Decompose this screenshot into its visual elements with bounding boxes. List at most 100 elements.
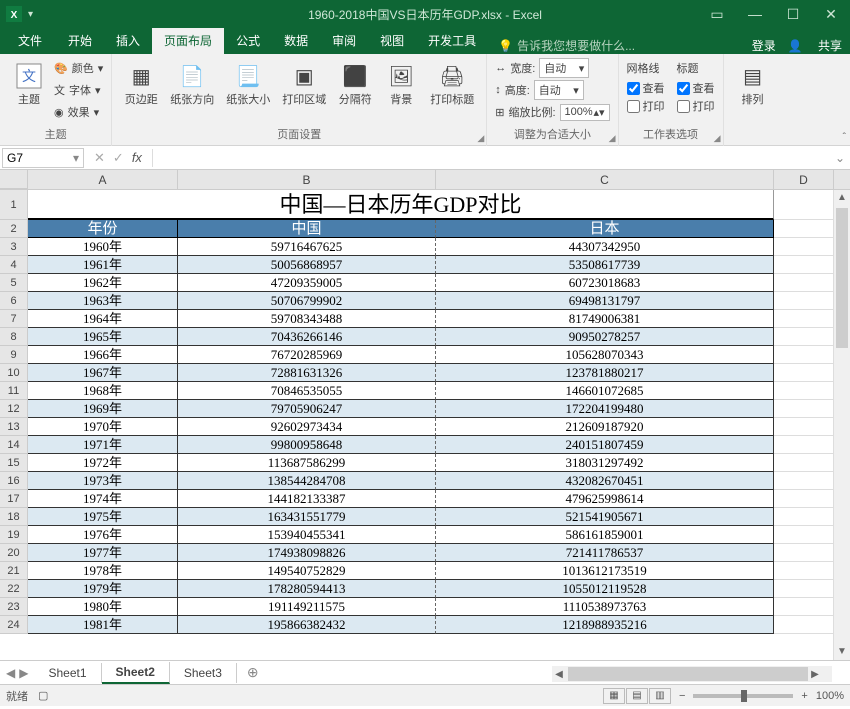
cell[interactable]: 1969年 (28, 400, 178, 418)
cell[interactable]: 99800958648 (178, 436, 436, 454)
arrange-button[interactable]: ▤排列 (732, 58, 774, 109)
row-header[interactable]: 22 (0, 580, 28, 598)
cell[interactable]: 1980年 (28, 598, 178, 616)
scroll-thumb[interactable] (836, 208, 848, 348)
cell[interactable]: 138544284708 (178, 472, 436, 490)
cell[interactable]: 1971年 (28, 436, 178, 454)
tell-me-search[interactable]: 💡告诉我您想要做什么... (498, 37, 635, 54)
cell[interactable]: 318031297492 (436, 454, 774, 472)
print-titles-button[interactable]: 🖨打印标题 (426, 58, 478, 126)
tab-page-layout[interactable]: 页面布局 (152, 27, 224, 54)
share-button[interactable]: 👤 共享 (788, 37, 842, 54)
cell[interactable]: 1960年 (28, 238, 178, 256)
cell[interactable]: 90950278257 (436, 328, 774, 346)
cell[interactable]: 59708343488 (178, 310, 436, 328)
cell[interactable]: 1967年 (28, 364, 178, 382)
row-header[interactable]: 12 (0, 400, 28, 418)
tab-view[interactable]: 视图 (368, 27, 416, 54)
tab-formulas[interactable]: 公式 (224, 27, 272, 54)
cell[interactable]: 1963年 (28, 292, 178, 310)
cell[interactable]: 191149211575 (178, 598, 436, 616)
cell[interactable]: 1055012119528 (436, 580, 774, 598)
row-header[interactable]: 16 (0, 472, 28, 490)
sheet-tab-2[interactable]: Sheet2 (102, 662, 170, 684)
sheet-nav-next[interactable]: ▶ (19, 666, 28, 680)
scale-launcher[interactable]: ◢ (609, 133, 616, 144)
cancel-formula-icon[interactable]: ✕ (94, 150, 105, 166)
sheet-tab-1[interactable]: Sheet1 (34, 663, 101, 683)
col-header-d[interactable]: D (774, 170, 834, 189)
cell[interactable]: 53508617739 (436, 256, 774, 274)
cell[interactable]: 1976年 (28, 526, 178, 544)
row-header[interactable]: 1 (0, 190, 28, 220)
header-year[interactable]: 年份 (28, 220, 178, 238)
cell[interactable]: 50706799902 (178, 292, 436, 310)
cell[interactable]: 240151807459 (436, 436, 774, 454)
cell[interactable]: 163431551779 (178, 508, 436, 526)
row-header[interactable]: 15 (0, 454, 28, 472)
cell[interactable]: 105628070343 (436, 346, 774, 364)
cell[interactable]: 70436266146 (178, 328, 436, 346)
row-header[interactable]: 11 (0, 382, 28, 400)
cell[interactable]: 1974年 (28, 490, 178, 508)
vertical-scrollbar[interactable]: ▲ ▼ (833, 190, 850, 660)
cell[interactable]: 1981年 (28, 616, 178, 634)
size-button[interactable]: 📃纸张大小 (222, 58, 274, 126)
cell[interactable]: 79705906247 (178, 400, 436, 418)
cell[interactable]: 70846535055 (178, 382, 436, 400)
view-page-break-button[interactable]: ▥ (649, 688, 671, 704)
sheet-options-launcher[interactable]: ◢ (714, 133, 721, 144)
qat-dropdown-icon[interactable]: ▾ (28, 9, 33, 20)
cell[interactable]: 479625998614 (436, 490, 774, 508)
zoom-level[interactable]: 100% (816, 690, 844, 702)
scale-select[interactable]: 100%▴▾ (560, 104, 610, 121)
row-header[interactable]: 8 (0, 328, 28, 346)
ribbon-options-icon[interactable]: ▭ (698, 0, 736, 28)
row-header[interactable]: 6 (0, 292, 28, 310)
margins-button[interactable]: ▦页边距 (120, 58, 162, 126)
cell[interactable]: 1962年 (28, 274, 178, 292)
theme-colors-button[interactable]: 🎨颜色▾ (54, 58, 103, 78)
close-button[interactable]: ✕ (812, 0, 850, 28)
col-header-c[interactable]: C (436, 170, 774, 189)
hscroll-thumb[interactable] (568, 667, 808, 681)
title-cell[interactable]: 中国—日本历年GDP对比 (28, 190, 774, 220)
maximize-button[interactable]: ☐ (774, 0, 812, 28)
fx-icon[interactable]: fx (132, 150, 142, 165)
cell[interactable]: 92602973434 (178, 418, 436, 436)
cell[interactable]: 212609187920 (436, 418, 774, 436)
zoom-in-button[interactable]: + (801, 690, 807, 702)
enter-formula-icon[interactable]: ✓ (113, 150, 124, 166)
worksheet[interactable]: A B C D 1中国—日本历年GDP对比2年份中国日本31960年597164… (0, 170, 850, 660)
zoom-slider[interactable] (693, 694, 793, 698)
login-link[interactable]: 登录 (752, 37, 776, 54)
tab-file[interactable]: 文件 (4, 27, 56, 54)
row-header[interactable]: 14 (0, 436, 28, 454)
sheet-nav-prev[interactable]: ◀ (6, 666, 15, 680)
cell[interactable]: 1975年 (28, 508, 178, 526)
cell[interactable]: 172204199480 (436, 400, 774, 418)
col-header-a[interactable]: A (28, 170, 178, 189)
cell[interactable]: 174938098826 (178, 544, 436, 562)
cell[interactable]: 113687586299 (178, 454, 436, 472)
cell[interactable]: 432082670451 (436, 472, 774, 490)
row-header[interactable]: 2 (0, 220, 28, 238)
cell[interactable]: 81749006381 (436, 310, 774, 328)
tab-developer[interactable]: 开发工具 (416, 27, 488, 54)
expand-formula-bar[interactable]: ⌄ (830, 151, 850, 165)
row-header[interactable]: 21 (0, 562, 28, 580)
cell[interactable]: 60723018683 (436, 274, 774, 292)
print-area-button[interactable]: ▣打印区域 (278, 58, 330, 126)
cell[interactable]: 1972年 (28, 454, 178, 472)
cell[interactable]: 146601072685 (436, 382, 774, 400)
cell[interactable]: 1966年 (28, 346, 178, 364)
cell[interactable]: 721411786537 (436, 544, 774, 562)
row-header[interactable]: 9 (0, 346, 28, 364)
cell[interactable]: 1110538973763 (436, 598, 774, 616)
row-header[interactable]: 13 (0, 418, 28, 436)
cell[interactable]: 59716467625 (178, 238, 436, 256)
row-header[interactable]: 23 (0, 598, 28, 616)
gridlines-print-checkbox[interactable]: 打印 (627, 98, 665, 114)
cell[interactable]: 1978年 (28, 562, 178, 580)
background-button[interactable]: 🖼背景 (380, 58, 422, 126)
